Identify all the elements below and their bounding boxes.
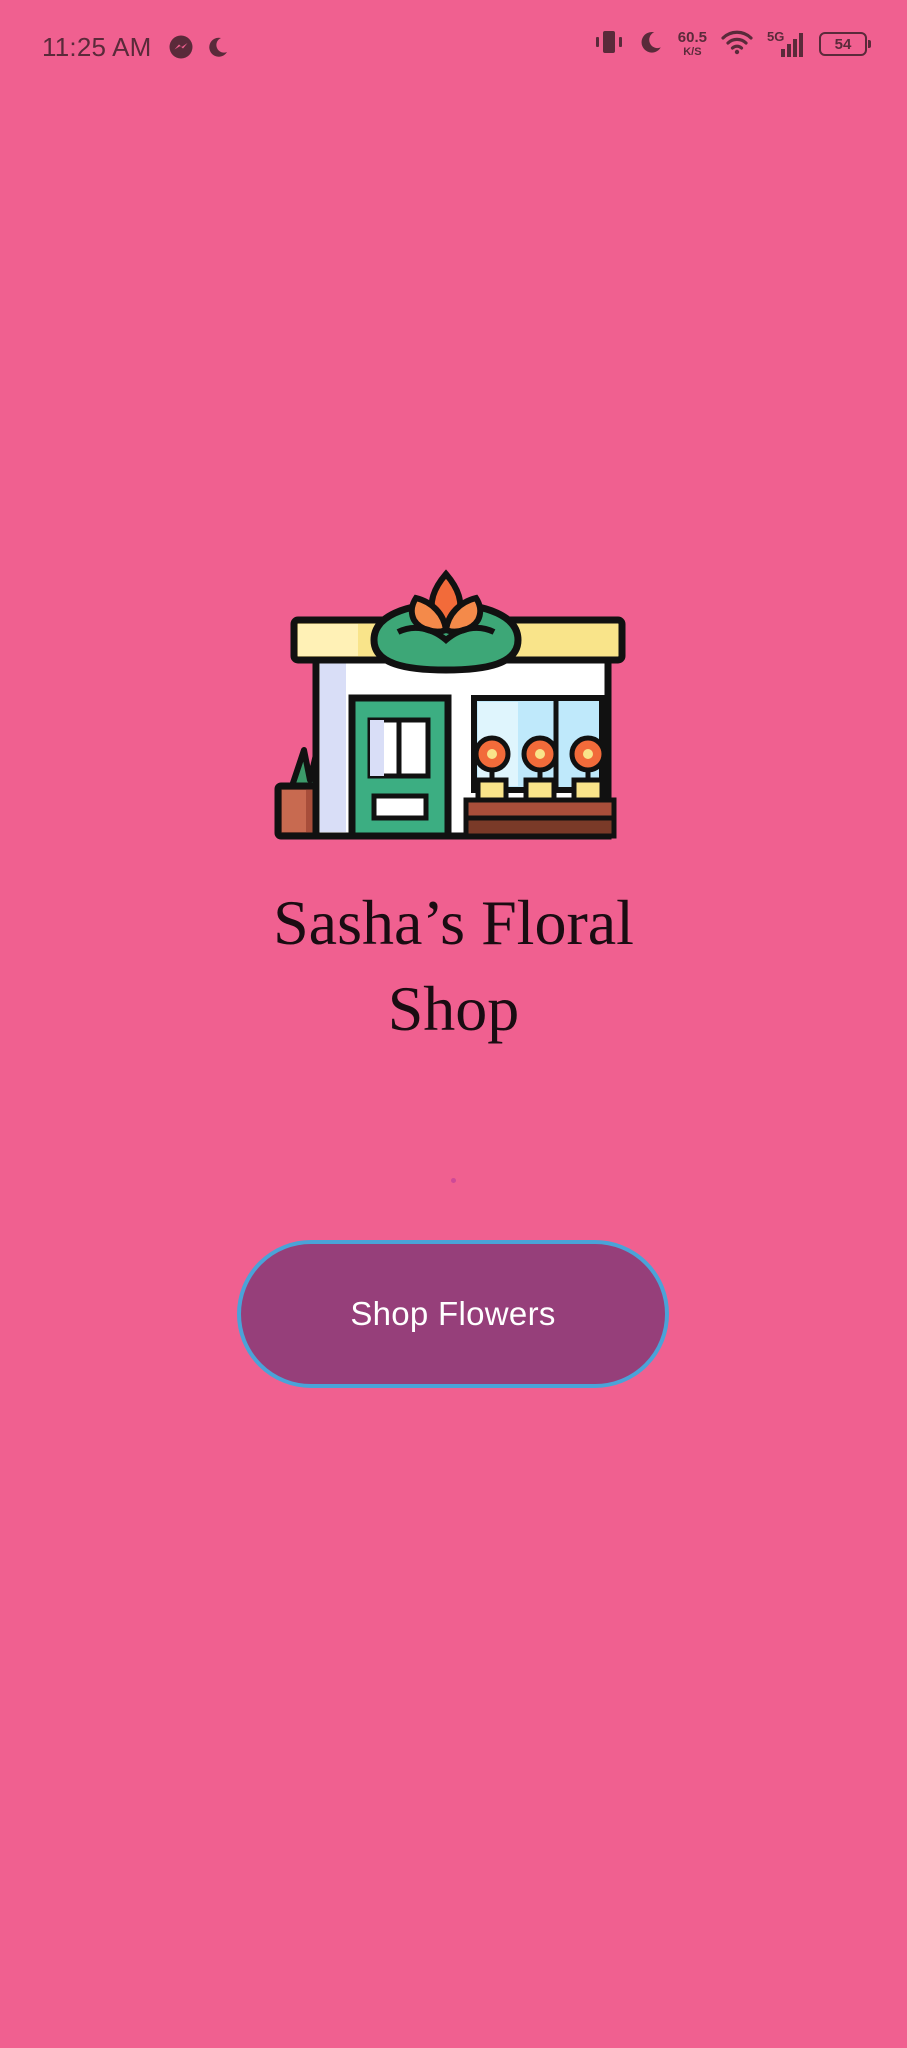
network-speed-value: 60.5 — [677, 29, 707, 46]
wifi-icon — [721, 29, 753, 59]
flower-shop-icon — [266, 568, 636, 878]
shop-flowers-button[interactable]: Shop Flowers — [237, 1240, 669, 1388]
signal-icon: 5G — [767, 29, 805, 59]
shop-flowers-button-label: Shop Flowers — [350, 1295, 556, 1332]
battery-level: 54 — [834, 35, 852, 53]
shop-title-line-1: Sasha’s Floral — [273, 887, 634, 958]
moon-icon — [206, 35, 230, 63]
shop-title-line-2: Shop — [387, 973, 520, 1044]
status-right-icons: 60.5 K/S 5G 54 — [594, 28, 871, 60]
network-speed: 60.5 K/S — [678, 30, 707, 58]
status-left-icons — [168, 34, 230, 64]
network-speed-unit: K/S — [683, 46, 702, 58]
status-bar: 11:25 AM 60.5 K/S 5G 54 — [0, 0, 907, 100]
splash-screen: 11:25 AM 60.5 K/S 5G 54 Sasha’s Floral S… — [0, 0, 907, 2048]
shop-title: Sasha’s Floral Shop — [200, 880, 707, 1052]
status-time: 11:25 AM — [42, 32, 152, 62]
vibrate-icon — [594, 28, 624, 60]
loading-dot — [451, 1178, 456, 1183]
battery-icon: 54 — [819, 32, 871, 56]
messenger-icon — [168, 34, 194, 64]
moon-icon — [638, 29, 664, 59]
